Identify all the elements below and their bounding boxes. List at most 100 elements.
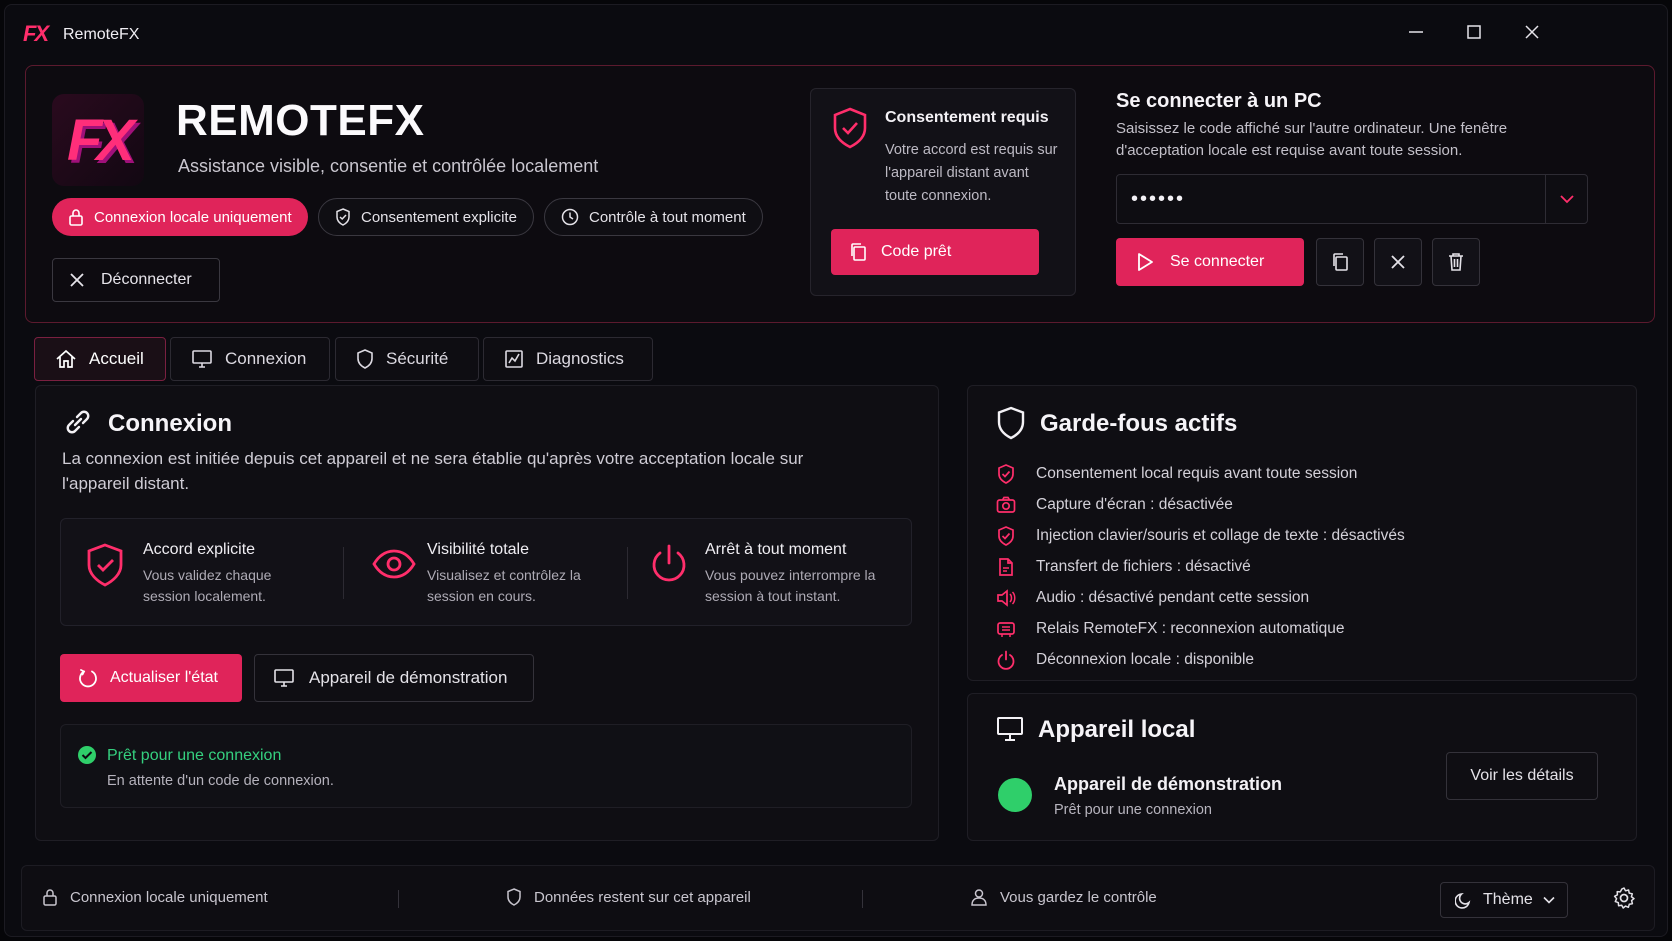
- feature-explicit-consent: Accord explicite Vous validez chaque sess…: [61, 519, 343, 625]
- code-dropdown-button[interactable]: [1545, 175, 1587, 223]
- feature-desc: Visualisez et contrôlez la session en cou…: [427, 567, 581, 604]
- guards-list: Consentement local requis avant toute se…: [996, 458, 1405, 675]
- code-ready-label: Code prêt: [881, 243, 952, 260]
- chevron-down-icon: [1559, 195, 1574, 204]
- footer-bar: Connexion locale uniquement Données rest…: [21, 865, 1655, 931]
- guard-label: Capture d'écran : désactivée: [1036, 495, 1233, 513]
- clock-icon: [561, 208, 579, 226]
- clear-code-button[interactable]: [1374, 238, 1422, 286]
- connexion-title: Connexion: [108, 410, 232, 437]
- online-status-dot: [998, 778, 1032, 812]
- guard-item: Injection clavier/souris et collage de t…: [996, 520, 1405, 551]
- play-icon: [1138, 253, 1153, 271]
- moon-icon: [1455, 892, 1471, 909]
- features-box: Accord explicite Vous validez chaque sess…: [60, 518, 912, 626]
- connexion-panel: Connexion La connexion est initiée depui…: [35, 385, 939, 841]
- connect-description: Saisissez le code affiché sur l'autre or…: [1116, 120, 1508, 159]
- copy-code-button[interactable]: [1316, 238, 1364, 286]
- feature-full-visibility: Visibilité totale Visualisez et contrôle…: [345, 519, 629, 625]
- tab-diagnostics[interactable]: Diagnostics: [483, 337, 653, 381]
- refresh-label: Actualiser l'état: [110, 669, 218, 686]
- view-details-button[interactable]: Voir les détails: [1446, 752, 1598, 800]
- device-status: Prêt pour une connexion: [1054, 802, 1212, 818]
- hero-section: FX REMOTEFX Assistance visible, consenti…: [25, 65, 1655, 323]
- demo-device-button[interactable]: Appareil de démonstration: [254, 654, 534, 702]
- tab-connexion[interactable]: Connexion: [170, 337, 330, 381]
- delete-code-button[interactable]: [1432, 238, 1480, 286]
- feature-desc: Vous pouvez interrompre la session à tout…: [705, 567, 876, 604]
- tab-securite[interactable]: Sécurité: [335, 337, 479, 381]
- code-ready-button[interactable]: Code prêt: [831, 229, 1039, 275]
- settings-button[interactable]: [1612, 886, 1636, 910]
- tab-accueil[interactable]: Accueil: [34, 337, 166, 381]
- guards-title: Garde-fous actifs: [1040, 410, 1238, 437]
- footer-label: Données restent sur cet appareil: [534, 888, 751, 906]
- guard-item: Transfert de fichiers : désactivé: [996, 551, 1405, 582]
- chevron-down-icon: [1543, 896, 1555, 904]
- monitor-icon: [274, 669, 294, 687]
- footer-local-only: Connexion locale uniquement: [42, 888, 268, 906]
- pill-label: Contrôle à tout moment: [589, 208, 746, 226]
- code-field: [1116, 174, 1588, 224]
- camera-icon: [996, 496, 1016, 513]
- brand-logo: FX: [52, 94, 144, 186]
- refresh-status-button[interactable]: Actualiser l'état: [60, 654, 242, 702]
- window-title: RemoteFX: [63, 26, 140, 43]
- chart-icon: [505, 350, 523, 368]
- guard-label: Consentement local requis avant toute se…: [1036, 464, 1358, 482]
- status-subtitle: En attente d'un code de connexion.: [107, 773, 334, 789]
- pill-explicit-consent[interactable]: Consentement explicite: [318, 198, 534, 236]
- user-icon: [971, 889, 987, 906]
- footer-you-control: Vous gardez le contrôle: [970, 888, 1157, 906]
- file-icon: [999, 557, 1013, 576]
- brand-tagline: Assistance visible, consentie et contrôl…: [178, 156, 599, 176]
- app-window: FX RemoteFX FX REMOTEFX Assistance visib…: [4, 4, 1668, 937]
- feature-divider: [343, 547, 344, 599]
- pill-control-anytime[interactable]: Contrôle à tout moment: [544, 198, 763, 236]
- tab-label: Connexion: [225, 349, 307, 368]
- maximize-button[interactable]: [1463, 21, 1485, 43]
- guard-label: Transfert de fichiers : désactivé: [1036, 557, 1251, 575]
- device-name: Appareil de démonstration: [1054, 774, 1283, 794]
- feature-title: Arrêt à tout moment: [705, 541, 847, 558]
- speaker-icon: [997, 588, 1016, 607]
- guard-label: Déconnexion locale : disponible: [1036, 650, 1255, 668]
- consent-card: Consentement requis Votre accord est req…: [810, 88, 1076, 296]
- disconnect-button[interactable]: Déconnecter: [52, 258, 220, 302]
- guard-label: Injection clavier/souris et collage de t…: [1036, 526, 1405, 544]
- code-input[interactable]: [1131, 175, 1531, 223]
- minimize-button[interactable]: [1405, 21, 1427, 43]
- guards-panel: Garde-fous actifs Consentement local req…: [967, 385, 1637, 681]
- footer-divider: [398, 890, 399, 908]
- home-icon: [56, 349, 76, 368]
- local-device-title: Appareil local: [1038, 716, 1196, 743]
- refresh-icon: [79, 669, 97, 688]
- feature-desc: Vous validez chaque session localement.: [143, 567, 272, 604]
- theme-dropdown[interactable]: Thème: [1440, 882, 1568, 918]
- guard-item: Déconnexion locale : disponible: [996, 644, 1405, 675]
- close-icon: [70, 273, 84, 287]
- guard-label: Relais RemoteFX : reconnexion automatiqu…: [1036, 619, 1345, 637]
- disconnect-label: Déconnecter: [101, 271, 192, 288]
- close-window-button[interactable]: [1521, 21, 1543, 43]
- shield-check-icon: [833, 107, 867, 149]
- power-icon: [652, 544, 686, 582]
- footer-label: Vous gardez le contrôle: [1000, 888, 1157, 906]
- shield-check-icon: [998, 525, 1014, 546]
- feature-title: Accord explicite: [143, 541, 256, 558]
- close-icon: [1391, 255, 1405, 269]
- guard-item: Consentement local requis avant toute se…: [996, 458, 1405, 489]
- status-box: Prêt pour une connexion En attente d'un …: [60, 724, 912, 808]
- check-circle-icon: [78, 746, 96, 764]
- guard-item: Capture d'écran : désactivée: [996, 489, 1405, 520]
- pill-label: Consentement explicite: [361, 208, 517, 226]
- connect-title: Se connecter à un PC: [1116, 90, 1322, 112]
- connect-button[interactable]: Se connecter: [1116, 238, 1304, 286]
- pill-local-only[interactable]: Connexion locale uniquement: [52, 198, 308, 236]
- theme-label: Thème: [1483, 891, 1533, 908]
- feature-title: Visibilité totale: [427, 541, 529, 558]
- feature-stop-anytime: Arrêt à tout moment Vous pouvez interrom…: [629, 519, 913, 625]
- monitor-icon: [192, 350, 212, 368]
- monitor-icon: [997, 717, 1023, 741]
- tab-label: Accueil: [89, 349, 144, 368]
